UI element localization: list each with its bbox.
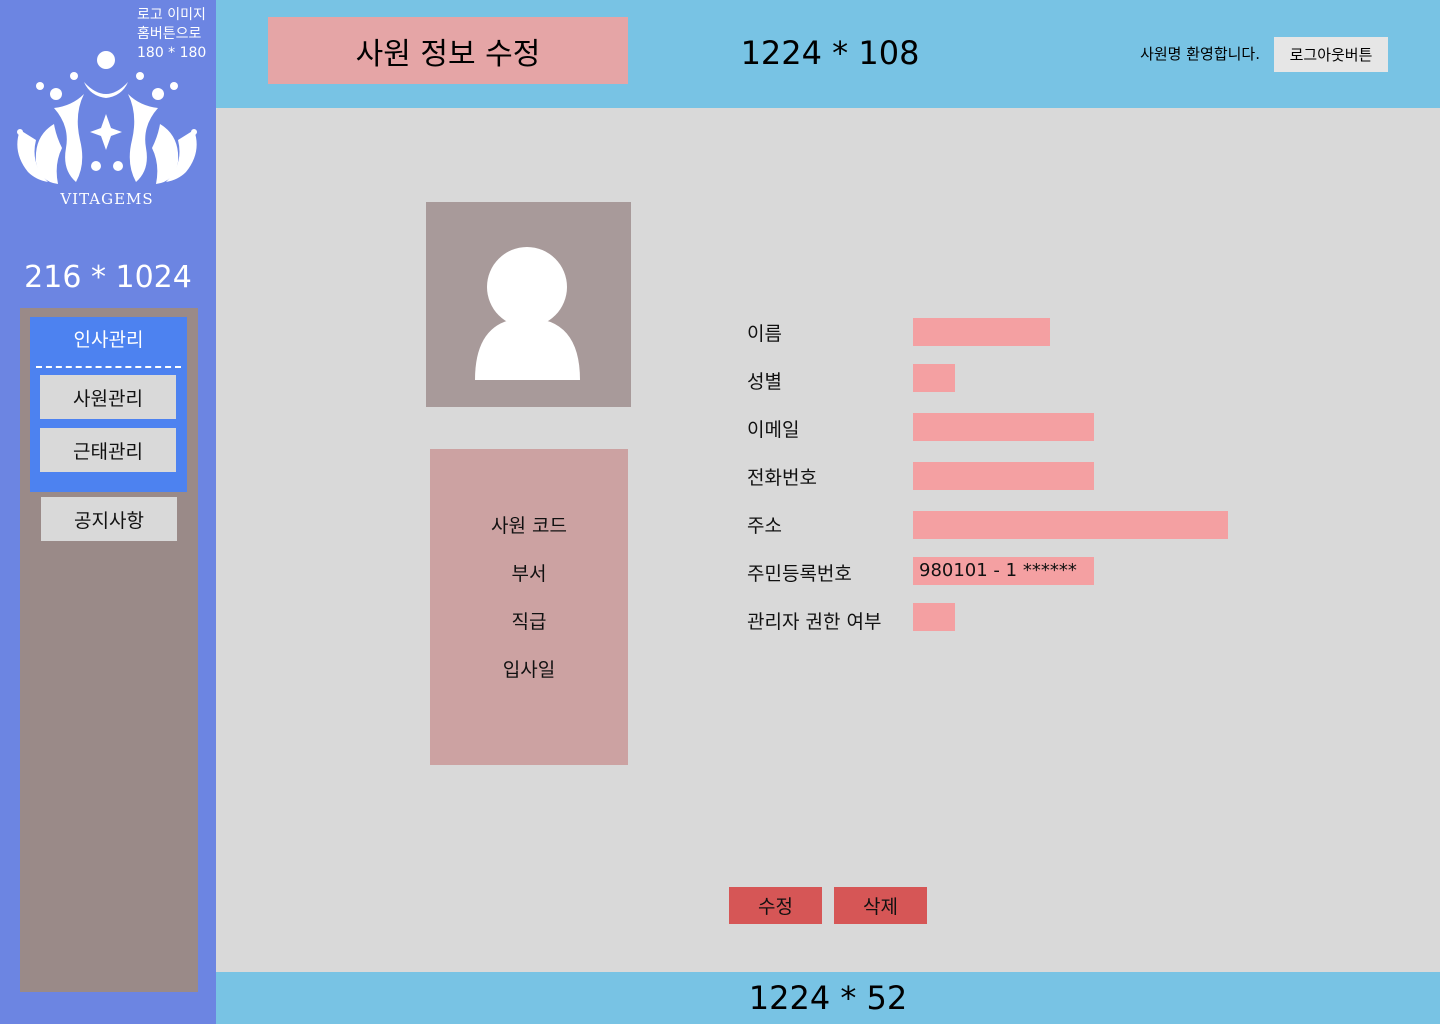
crown-logo-icon xyxy=(17,51,197,184)
sidebar-menu: 인사관리 사원관리 근태관리 공지사항 xyxy=(20,308,198,992)
user-silhouette-icon xyxy=(475,247,580,380)
menu-group-hr: 인사관리 사원관리 근태관리 xyxy=(30,317,187,492)
sidebar-item-employee-management[interactable]: 사원관리 xyxy=(40,375,176,419)
sidebar-dimension-label: 216 * 1024 xyxy=(24,260,192,295)
department-label: 부서 xyxy=(511,563,547,585)
gender-field[interactable] xyxy=(913,364,955,392)
phone-label: 전화번호 xyxy=(747,467,817,489)
home-logo-button[interactable]: VITAGEMS xyxy=(14,44,200,214)
email-field[interactable] xyxy=(913,413,1094,441)
resident-number-value: 980101 - 1 ****** xyxy=(919,560,1077,581)
sidebar-item-attendance-management[interactable]: 근태관리 xyxy=(40,428,176,472)
position-label: 직급 xyxy=(511,611,547,633)
delete-button[interactable]: 삭제 xyxy=(834,887,927,924)
profile-photo[interactable] xyxy=(426,202,631,407)
logo-note-line: 로고 이미지 xyxy=(137,7,206,23)
employee-code-label: 사원 코드 xyxy=(491,515,567,537)
hire-date-label: 입사일 xyxy=(502,659,556,681)
gender-label: 성별 xyxy=(747,371,782,393)
admin-permission-label: 관리자 권한 여부 xyxy=(747,611,882,633)
header-dimension-label: 1224 * 108 xyxy=(740,34,920,72)
name-label: 이름 xyxy=(747,323,782,345)
admin-permission-field[interactable] xyxy=(913,603,955,631)
header: 사원 정보 수정 1224 * 108 사원명 환영합니다. 로그아웃버튼 xyxy=(216,0,1440,108)
address-label: 주소 xyxy=(747,515,782,537)
welcome-text: 사원명 환영합니다. xyxy=(1140,45,1260,63)
edit-button[interactable]: 수정 xyxy=(729,887,822,924)
menu-divider xyxy=(36,366,181,368)
resident-number-field[interactable]: 980101 - 1 ****** xyxy=(913,557,1094,585)
sidebar: 로고 이미지 홈버튼으로 180 * 180 VITAGEMS 216 * 10… xyxy=(0,0,216,1024)
resident-number-label: 주민등록번호 xyxy=(747,563,852,585)
page-title: 사원 정보 수정 xyxy=(268,17,628,84)
logo-wordmark: VITAGEMS xyxy=(60,190,154,208)
email-label: 이메일 xyxy=(747,419,800,441)
footer: 1224 * 52 xyxy=(216,972,1440,1024)
footer-dimension-label: 1224 * 52 xyxy=(748,979,908,1017)
sidebar-item-notice[interactable]: 공지사항 xyxy=(41,497,177,541)
employee-info-card: 사원 코드 부서 직급 입사일 xyxy=(430,449,628,765)
logo-note-line: 홈버튼으로 xyxy=(137,26,202,42)
menu-group-title[interactable]: 인사관리 xyxy=(30,325,187,352)
address-field[interactable] xyxy=(913,511,1228,539)
logout-button[interactable]: 로그아웃버튼 xyxy=(1274,37,1388,72)
name-field[interactable] xyxy=(913,318,1050,346)
phone-field[interactable] xyxy=(913,462,1094,490)
